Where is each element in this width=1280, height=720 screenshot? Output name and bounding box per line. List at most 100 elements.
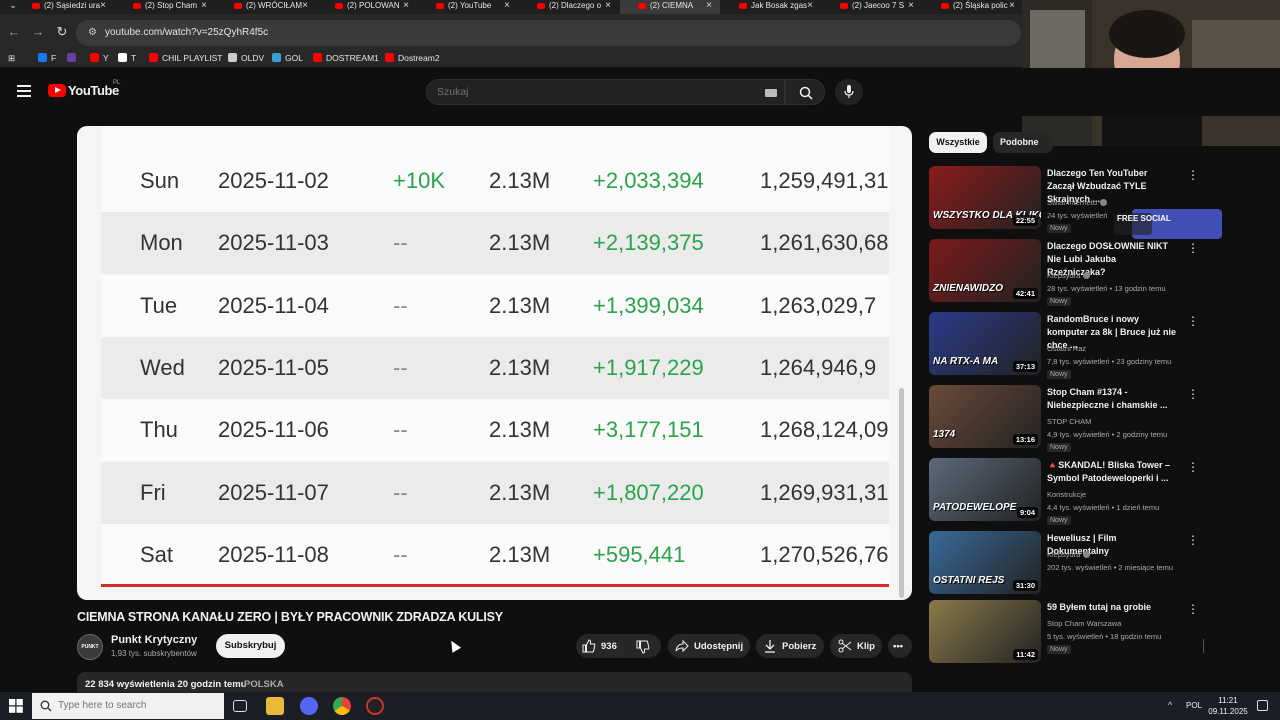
more-options-icon[interactable]: ⋮ xyxy=(1187,602,1199,616)
youtube-wordmark[interactable]: YouTube xyxy=(68,83,119,98)
channel-avatar[interactable]: PUNKT KRYTYCZNY xyxy=(77,634,103,660)
recommended-channel-row[interactable]: Klepsydra xyxy=(1047,271,1091,280)
share-button[interactable]: Udostępnij xyxy=(668,634,750,658)
voice-search-button[interactable] xyxy=(835,79,863,105)
download-button[interactable]: Pobierz xyxy=(756,634,824,658)
browser-tab[interactable]: (2) WRÓCIŁAM × xyxy=(216,0,316,14)
windows-start-icon[interactable] xyxy=(9,699,23,713)
file-explorer-icon[interactable] xyxy=(266,697,284,715)
url-bar[interactable]: ⚙ youtube.com/watch?v=25zQyhR4f5c xyxy=(76,20,1021,46)
back-icon[interactable]: ← xyxy=(6,24,22,40)
more-options-icon[interactable]: ⋮ xyxy=(1187,168,1199,182)
subscribe-button[interactable]: Subskrybuj xyxy=(216,634,285,658)
video-thumbnail[interactable]: NA RTX-A MA 37:13 xyxy=(929,312,1041,375)
taskbar-search-box[interactable] xyxy=(32,693,224,719)
description-hashtag[interactable]: POLSKA xyxy=(244,679,284,690)
apps-grid-icon[interactable]: ⊞ xyxy=(8,53,15,64)
recommended-title[interactable]: 🔺SKANDAL! Bliska Tower – Symbol Patodewe… xyxy=(1047,459,1177,485)
site-info-icon[interactable]: ⚙ xyxy=(88,27,100,39)
browser-tab[interactable]: (2) Śląska polic × xyxy=(923,0,1023,14)
video-thumbnail[interactable]: ZNIENAWIDZO 42:41 xyxy=(929,239,1041,302)
tab-close-icon[interactable]: × xyxy=(201,0,207,12)
more-options-icon[interactable]: ⋮ xyxy=(1187,460,1199,474)
like-icon[interactable] xyxy=(582,639,596,653)
bookmark-item[interactable]: Y xyxy=(90,53,109,63)
tab-close-icon[interactable]: × xyxy=(403,0,409,12)
browser-tab[interactable]: (2) Stop Cham × xyxy=(115,0,215,14)
browser-tab[interactable]: (2) Jaecoo 7 S × xyxy=(822,0,922,14)
video-thumbnail[interactable]: WSZYSTKO DLA KLIKÓW22:55 xyxy=(929,166,1041,229)
more-options-icon[interactable]: ⋮ xyxy=(1187,533,1199,547)
recommended-channel-row[interactable]: Klepsydra xyxy=(1047,550,1091,559)
like-count[interactable]: 936 xyxy=(601,641,617,652)
recommended-video[interactable]: ZNIENAWIDZO 42:41 Dlaczego DOSŁOWNIE NIKT … xyxy=(929,239,1209,306)
chip-all[interactable]: Wszystkie xyxy=(929,132,987,153)
discord-icon[interactable] xyxy=(300,697,318,715)
search-box[interactable] xyxy=(426,79,785,105)
tray-expand-icon[interactable]: ^ xyxy=(1168,700,1172,710)
recommended-video[interactable]: NA RTX-A MA 37:13 RandomBruce i nowy kompu… xyxy=(929,312,1209,379)
browser-tab[interactable]: (2) YouTube × xyxy=(418,0,518,14)
recommended-channel-row[interactable]: Konstrukcje xyxy=(1047,490,1086,499)
tab-close-icon[interactable]: × xyxy=(100,0,106,12)
search-input[interactable] xyxy=(437,86,737,98)
recommended-channel-row[interactable]: Świat Internetu xyxy=(1047,198,1108,207)
video-thumbnail[interactable]: 1374 13:16 xyxy=(929,385,1041,448)
tab-close-icon[interactable]: × xyxy=(1009,0,1015,12)
tray-language[interactable]: POL xyxy=(1186,701,1202,710)
recommended-title[interactable]: 59 Byłem tutaj na grobie xyxy=(1047,601,1177,614)
bookmark-item[interactable]: GOL xyxy=(272,53,303,63)
bookmark-item[interactable]: DOSTREAM1 xyxy=(313,53,379,63)
more-options-icon[interactable]: ⋮ xyxy=(1187,387,1199,401)
tab-close-icon[interactable]: × xyxy=(504,0,510,12)
recommended-title[interactable]: Stop Cham #1374 - Niebezpieczne i chamsk… xyxy=(1047,386,1177,412)
tab-close-icon[interactable]: × xyxy=(908,0,914,12)
bookmark-item[interactable] xyxy=(67,53,80,63)
tab-close-icon[interactable]: × xyxy=(807,0,813,12)
bookmark-item[interactable]: F xyxy=(38,53,56,63)
video-thumbnail[interactable]: OSTATNI REJS 31:30 xyxy=(929,531,1041,594)
tab-close-icon[interactable]: × xyxy=(302,0,308,12)
task-view-icon[interactable] xyxy=(233,700,247,712)
video-thumbnail[interactable]: PATODEWELOPE 9:04 xyxy=(929,458,1041,521)
video-thumbnail[interactable]: 11:42 xyxy=(929,600,1041,663)
recommended-channel-row[interactable]: STOP CHAM xyxy=(1047,417,1091,426)
browser-tab[interactable]: (2) POLOWAN × xyxy=(317,0,417,14)
recommended-video[interactable]: 1374 13:16 Stop Cham #1374 - Niebezpieczne… xyxy=(929,385,1209,452)
dislike-icon[interactable] xyxy=(636,640,650,654)
recommended-channel-row[interactable]: Ostatni Raz xyxy=(1047,344,1086,353)
keyboard-icon[interactable] xyxy=(765,89,777,97)
more-options-icon[interactable]: ⋮ xyxy=(1187,314,1199,328)
more-options-icon[interactable]: ⋮ xyxy=(1187,241,1199,255)
more-actions-button[interactable]: ••• xyxy=(888,634,912,658)
tab-close-icon[interactable]: × xyxy=(706,0,712,12)
youtube-logo-icon[interactable] xyxy=(48,84,66,97)
tab-close-icon[interactable]: × xyxy=(605,0,611,12)
bookmark-item[interactable]: OLDV xyxy=(228,53,264,63)
bookmark-item[interactable]: T xyxy=(118,53,136,63)
bookmark-item[interactable]: CHIL PLAYLIST xyxy=(149,53,222,63)
tray-clock[interactable]: 11:21 09.11.2025 xyxy=(1208,695,1248,717)
browser-tab[interactable]: (2) CIEMNA × xyxy=(620,0,720,14)
recommended-video[interactable]: PATODEWELOPE 9:04 🔺SKANDAL! Bliska Tower –… xyxy=(929,458,1209,525)
reload-icon[interactable]: ↻ xyxy=(54,24,70,40)
recommended-channel-row[interactable]: Stop Cham Warszawa xyxy=(1047,619,1121,628)
browser-tab[interactable]: Jak Bosak zgas × xyxy=(721,0,821,14)
bookmark-item[interactable]: Dostream2 xyxy=(385,53,440,63)
menu-icon[interactable] xyxy=(17,85,31,97)
recommended-video[interactable]: 11:42 59 Byłem tutaj na grobie Stop Cham W… xyxy=(929,600,1209,664)
chip-related[interactable]: Podobne xyxy=(993,132,1053,153)
channel-name[interactable]: Punkt Krytyczny xyxy=(111,634,197,646)
chrome-icon[interactable] xyxy=(333,697,351,715)
taskbar-search-input[interactable] xyxy=(58,700,218,711)
clip-button[interactable]: Klip xyxy=(830,634,882,658)
browser-tab[interactable]: (2) Sąsiedzi ura × xyxy=(14,0,114,14)
recommended-video[interactable]: OSTATNI REJS 31:30 Heweliusz | Film Dokume… xyxy=(929,531,1209,595)
obs-icon[interactable] xyxy=(366,697,384,715)
video-player[interactable]: Sun 2025-11-02 +10K 2.13M +2,033,394 1,259,49… xyxy=(77,126,912,600)
tab-favicon-icon xyxy=(335,3,343,9)
browser-tab[interactable]: (2) Dlaczego o × xyxy=(519,0,619,14)
forward-icon[interactable]: → xyxy=(30,24,46,40)
notifications-icon[interactable] xyxy=(1257,700,1268,711)
search-button[interactable] xyxy=(785,79,825,105)
